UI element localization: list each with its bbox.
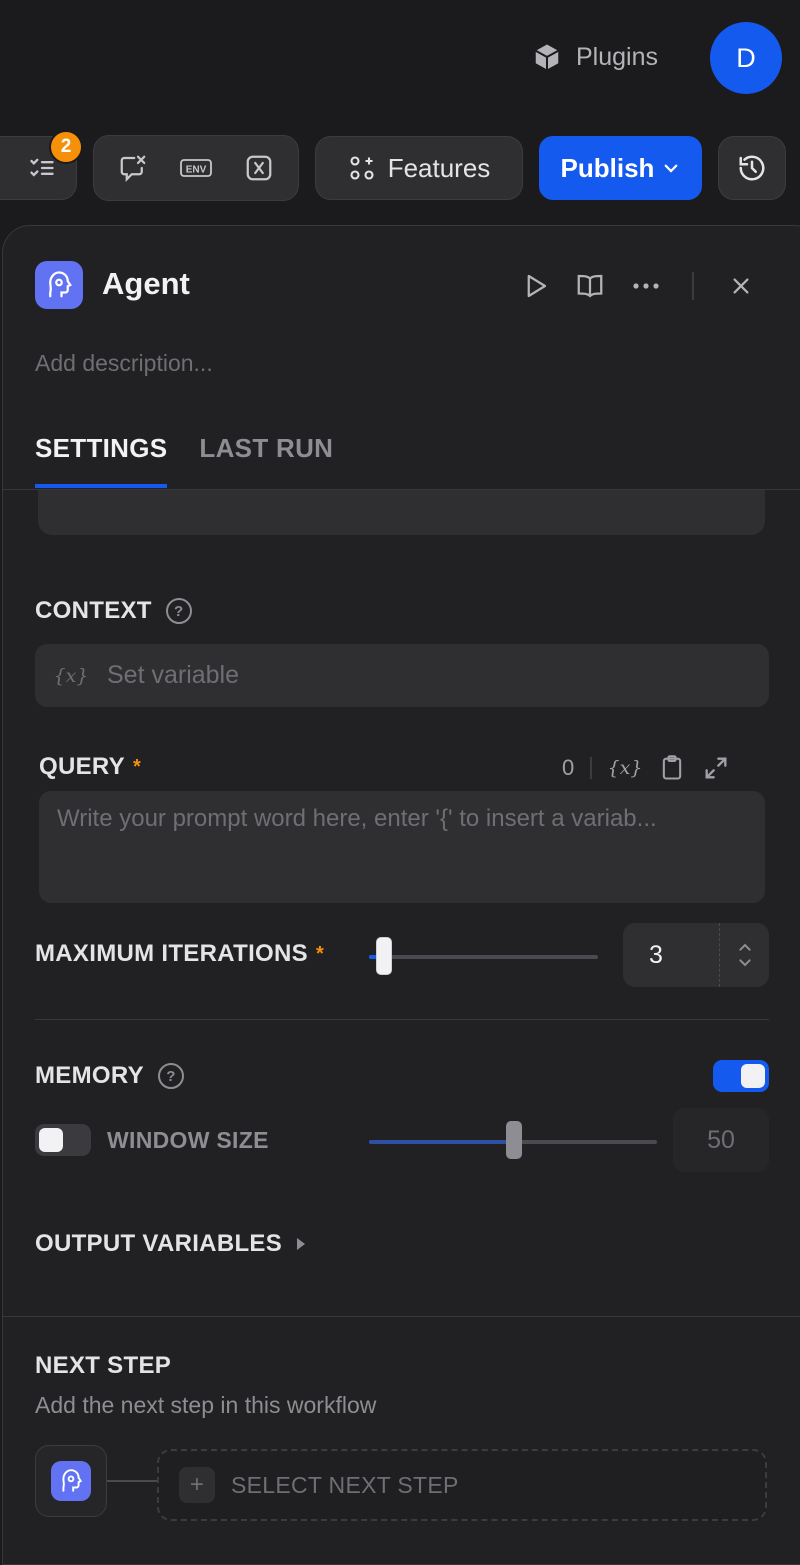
context-placeholder: Set variable	[107, 661, 240, 689]
context-variable-select[interactable]: {𝑥} Set variable	[35, 644, 769, 707]
query-tools: 0 {𝑥}	[562, 748, 730, 788]
tools-separator	[590, 757, 593, 779]
node-title[interactable]: Agent	[102, 266, 190, 302]
play-icon[interactable]	[520, 271, 550, 301]
variable-braces-icon: {𝑥}	[55, 663, 87, 689]
section-divider	[35, 1019, 769, 1020]
window-size-slider-fill	[369, 1140, 513, 1144]
query-prompt-input[interactable]: Write your prompt word here, enter '{' t…	[39, 791, 765, 903]
publish-button[interactable]: Publish	[539, 136, 702, 200]
clipboard-icon[interactable]	[658, 753, 686, 783]
window-size-toggle[interactable]	[35, 1124, 91, 1156]
query-section: QUERY *	[39, 753, 141, 781]
svg-text:{𝑥}: {𝑥}	[55, 665, 87, 687]
book-open-icon[interactable]	[574, 271, 606, 301]
max-iterations-section: MAXIMUM ITERATIONS *	[35, 940, 324, 968]
caret-right-icon	[296, 1237, 306, 1251]
output-variables-toggle[interactable]: OUTPUT VARIABLES	[35, 1230, 306, 1258]
section-divider	[2, 1316, 800, 1317]
tab-last-run[interactable]: LAST RUN	[199, 433, 333, 488]
toggle-knob	[39, 1128, 63, 1152]
memory-toggle[interactable]	[713, 1060, 769, 1092]
agent-node-icon	[35, 261, 83, 309]
required-mark: *	[315, 942, 325, 965]
iterations-slider-thumb[interactable]	[375, 937, 392, 975]
svg-text:{𝑥}: {𝑥}	[608, 757, 642, 779]
variables-toolbar: ENV	[93, 135, 299, 201]
context-section: CONTEXT ?	[35, 597, 192, 625]
publish-label: Publish	[560, 152, 655, 183]
chevron-down-icon	[662, 159, 680, 177]
next-step-title: NEXT STEP	[35, 1352, 172, 1379]
close-icon[interactable]	[730, 275, 752, 297]
window-size-slider-thumb[interactable]	[506, 1121, 522, 1159]
chevron-down-icon[interactable]	[737, 957, 753, 969]
node-tabs: SETTINGS LAST RUN	[35, 433, 333, 488]
current-node-block	[35, 1445, 107, 1517]
previous-field-box[interactable]	[38, 490, 765, 535]
chevron-up-icon[interactable]	[737, 941, 753, 953]
query-label: QUERY	[39, 753, 125, 780]
cube-icon	[532, 42, 562, 72]
help-icon[interactable]: ?	[157, 1063, 184, 1089]
features-button[interactable]: Features	[315, 136, 523, 200]
checklist-icon	[28, 154, 56, 182]
next-step-description: Add the next step in this workflow	[35, 1392, 377, 1418]
toggle-knob	[741, 1064, 765, 1088]
plugins-label: Plugins	[576, 42, 658, 71]
memory-section: MEMORY ?	[35, 1062, 184, 1090]
connector-line	[107, 1480, 157, 1482]
window-size-input[interactable]: 50	[673, 1108, 769, 1172]
header-separator	[692, 272, 694, 300]
iterations-number-input[interactable]: 3	[623, 923, 769, 987]
env-icon[interactable]: ENV	[179, 154, 213, 182]
user-avatar[interactable]: D	[710, 22, 782, 94]
tab-settings[interactable]: SETTINGS	[35, 433, 168, 488]
variable-icon[interactable]	[244, 153, 274, 183]
max-iterations-label: MAXIMUM ITERATIONS	[35, 940, 308, 967]
checklist-badge: 2	[49, 130, 83, 164]
expand-icon[interactable]	[702, 754, 730, 782]
select-next-step-label: SELECT NEXT STEP	[231, 1471, 459, 1498]
memory-label: MEMORY	[35, 1062, 144, 1089]
iterations-slider-track[interactable]	[369, 955, 598, 959]
features-icon	[348, 154, 376, 182]
more-options-icon[interactable]	[632, 281, 660, 291]
context-label: CONTEXT	[35, 597, 152, 624]
features-label: Features	[387, 152, 491, 183]
insert-variable-icon[interactable]: {𝑥}	[608, 755, 642, 781]
agent-node-icon	[51, 1461, 91, 1501]
plus-icon: +	[179, 1467, 215, 1503]
history-icon	[737, 153, 767, 183]
history-button[interactable]	[718, 136, 786, 200]
stepper	[719, 923, 769, 987]
char-count: 0	[562, 755, 575, 780]
select-next-step-button[interactable]: + SELECT NEXT STEP	[157, 1449, 767, 1521]
window-size-label: WINDOW SIZE	[107, 1127, 269, 1153]
conversation-variable-icon[interactable]	[118, 153, 148, 183]
iterations-value[interactable]: 3	[623, 941, 719, 970]
env-text: ENV	[186, 165, 207, 176]
plugins-link[interactable]: Plugins	[532, 36, 658, 78]
node-header-actions	[520, 268, 752, 304]
description-input[interactable]: Add description...	[35, 350, 213, 377]
required-mark: *	[132, 755, 142, 778]
output-variables-label: OUTPUT VARIABLES	[35, 1230, 283, 1257]
help-icon[interactable]: ?	[165, 598, 192, 624]
